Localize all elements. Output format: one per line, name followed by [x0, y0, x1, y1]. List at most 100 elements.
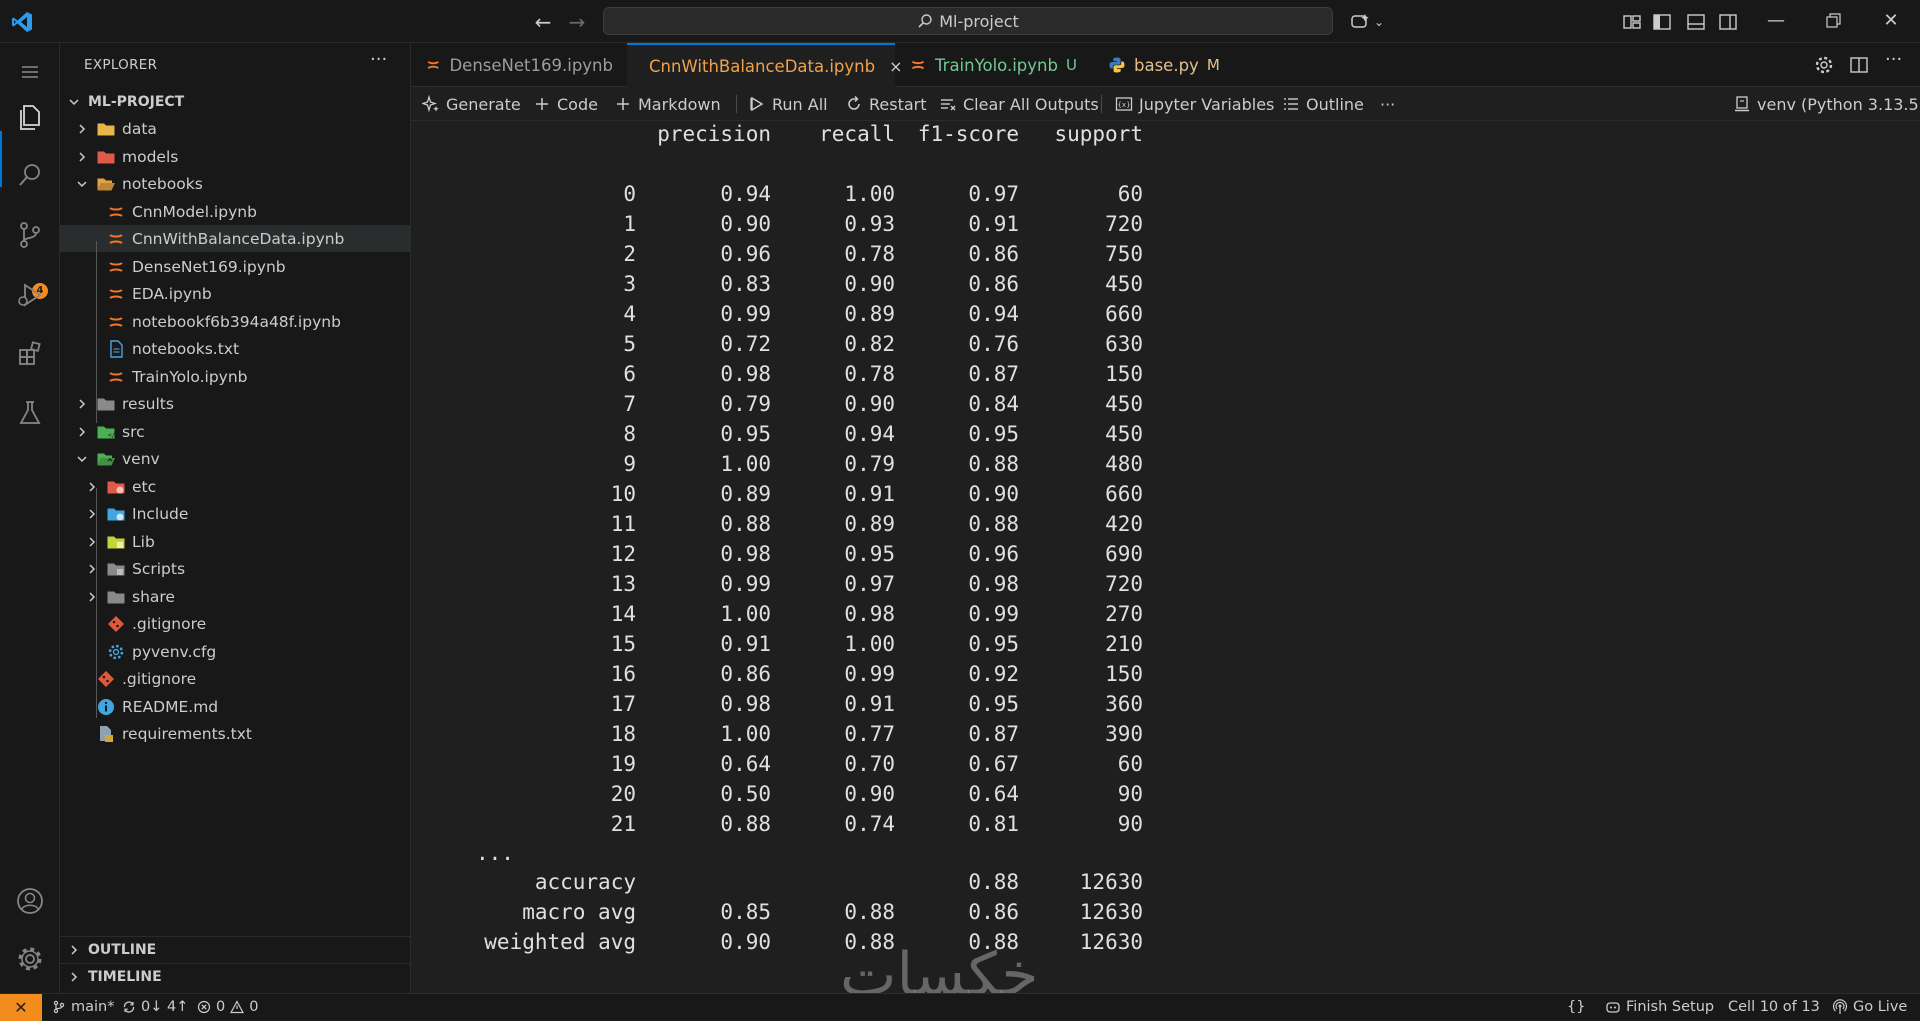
tree-item-label: Lib [132, 532, 155, 551]
tree-item[interactable]: CnnModel.ipynb [60, 198, 410, 225]
finish-setup-button[interactable]: Finish Setup [1605, 994, 1714, 1020]
explorer-files-icon[interactable] [14, 101, 46, 133]
report-cell: 720 [1105, 572, 1143, 596]
copilot-chevron-down-icon[interactable]: ⌄ [1374, 11, 1386, 33]
tree-item[interactable]: </> src [60, 418, 410, 445]
outline-section[interactable]: OUTLINE [60, 936, 410, 963]
report-row: 12 0.98 0.95 0.96 690 [476, 539, 1143, 569]
split-editor-icon[interactable] [1849, 55, 1869, 75]
tree-item[interactable]: requirements.txt [60, 720, 410, 747]
tree-item[interactable]: notebookf6b394a48f.ipynb [60, 308, 410, 335]
report-cell: 0.88 [720, 812, 771, 836]
toggle-secondary-sidebar-icon[interactable] [1717, 11, 1739, 33]
cell-position[interactable]: Cell 10 of 13 [1728, 994, 1820, 1020]
report-cell [476, 121, 636, 149]
run-all-button[interactable]: Run All [748, 87, 828, 121]
tree-item[interactable]: README.md [60, 693, 410, 720]
tree-item[interactable]: Scripts [60, 555, 410, 582]
report-cell: 390 [1105, 722, 1143, 746]
tree-item[interactable]: TrainYolo.ipynb [60, 363, 410, 390]
extensions-icon[interactable] [14, 338, 46, 370]
customize-layout-icon[interactable] [1621, 11, 1643, 33]
tree-item[interactable]: Lib [60, 528, 410, 555]
report-cell: 0.81 [968, 812, 1019, 836]
toggle-panel-icon[interactable] [1685, 11, 1707, 33]
tree-item[interactable]: .gitignore [60, 665, 410, 692]
tree-item[interactable]: pyvenv.cfg [60, 638, 410, 665]
sync-status[interactable]: 0↓ 4↑ [122, 994, 188, 1020]
clear-all-outputs-button[interactable]: Clear All Outputs [939, 87, 1099, 121]
tree-item[interactable]: share [60, 583, 410, 610]
tree-item[interactable]: notebooks [60, 170, 410, 197]
report-cell: 90 [1117, 812, 1143, 836]
tab-label: TrainYolo.ipynb [935, 55, 1058, 75]
report-row: 6 0.98 0.78 0.87 150 [476, 359, 1143, 389]
branch-status[interactable]: main* [52, 994, 114, 1020]
report-summary-row: accuracy 0.88 12630 [476, 867, 1143, 897]
report-cell: 90 [1117, 782, 1143, 806]
go-live-button[interactable]: Go Live [1832, 994, 1907, 1020]
tree-item-label: src [122, 422, 145, 441]
jupyter-variables-button[interactable]: {x} Jupyter Variables [1115, 87, 1274, 121]
source-control-icon[interactable] [14, 219, 46, 251]
more-actions-icon[interactable]: ··· [1885, 49, 1902, 70]
tree-item-label: CnnWithBalanceData.ipynb [132, 229, 345, 248]
close-window-icon[interactable]: ✕ [1878, 8, 1904, 34]
tree-item[interactable]: results [60, 390, 410, 417]
remote-indicator-icon[interactable]: ✕ [0, 994, 42, 1021]
editor-tab[interactable]: CnnWithBalanceData.ipynb × [627, 43, 903, 87]
copilot-icon[interactable] [1350, 11, 1372, 33]
chevron-right-icon [79, 426, 86, 437]
editor-tab[interactable]: TrainYolo.ipynb U [895, 43, 1094, 87]
report-cell: 0.64 [720, 752, 771, 776]
manage-gear-icon[interactable] [14, 943, 46, 975]
tree-item-label: models [122, 147, 179, 166]
toggle-primary-sidebar-icon[interactable] [1651, 11, 1673, 33]
timeline-section[interactable]: TIMELINE [60, 963, 410, 990]
tree-item[interactable]: etc [60, 473, 410, 500]
outline-button[interactable]: Outline [1282, 87, 1364, 121]
settings-gear-icon[interactable] [1814, 55, 1834, 75]
explorer-more-actions-icon[interactable]: ··· [370, 49, 387, 70]
tree-item[interactable]: data [60, 115, 410, 142]
project-root[interactable]: ML-PROJECT [60, 88, 410, 115]
add-code-cell-button[interactable]: Code [533, 87, 598, 121]
restart-kernel-button[interactable]: Restart [845, 87, 927, 121]
back-arrow-icon[interactable]: ← [531, 10, 555, 34]
folder-icon [97, 123, 115, 135]
report-cell: 9 [623, 452, 636, 476]
forward-arrow-icon[interactable]: → [565, 10, 589, 34]
editor-tab[interactable]: base.py M [1094, 43, 1254, 87]
minimize-icon[interactable]: — [1763, 8, 1789, 34]
add-markdown-cell-button[interactable]: Markdown [614, 87, 721, 121]
tree-item[interactable]: DenseNet169.ipynb [60, 253, 410, 280]
restore-icon[interactable] [1820, 8, 1846, 34]
tree-item[interactable]: CnnWithBalanceData.ipynb [60, 225, 410, 252]
tree-item[interactable]: notebooks.txt [60, 335, 410, 362]
generate-button[interactable]: Generate [422, 87, 521, 121]
tab-label: CnnWithBalanceData.ipynb [649, 56, 876, 76]
language-braces-icon[interactable]: {} [1567, 994, 1585, 1020]
menu-icon[interactable] [14, 56, 46, 88]
jupyter-notebook-icon [109, 233, 123, 244]
tree-item[interactable]: Include [60, 500, 410, 527]
tree-item[interactable]: EDA.ipynb [60, 280, 410, 307]
kernel-picker-button[interactable]: venv (Python 3.13.5) [1733, 87, 1920, 121]
search-icon[interactable] [14, 159, 46, 191]
run-debug-icon[interactable] [14, 279, 46, 311]
tree-item[interactable]: models [60, 143, 410, 170]
editor-tab[interactable]: DenseNet169.ipynb [411, 43, 627, 87]
problems-status[interactable]: 0 0 [197, 994, 258, 1020]
testing-flask-icon[interactable] [14, 397, 46, 429]
report-cell: 0.90 [968, 482, 1019, 506]
report-cell: 0.98 [844, 602, 895, 626]
tab-label: DenseNet169.ipynb [449, 55, 613, 75]
tree-item[interactable]: venv [60, 445, 410, 472]
report-cell: 12 [610, 542, 636, 566]
tree-item[interactable]: .gitignore [60, 610, 410, 637]
toolbar-more-icon[interactable]: ··· [1380, 87, 1395, 121]
command-center-search[interactable]: Ml-project [603, 7, 1333, 35]
accounts-icon[interactable] [14, 885, 46, 917]
report-cell: 0.93 [844, 212, 895, 236]
report-cell: 0.67 [968, 752, 1019, 776]
